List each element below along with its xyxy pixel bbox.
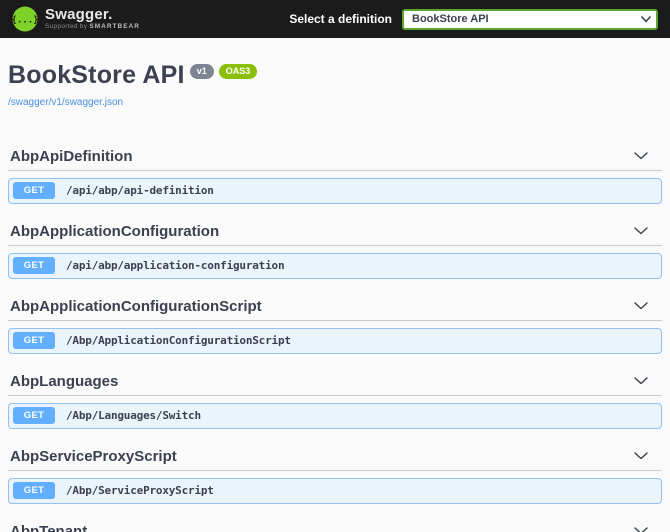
operation-path: /Abp/Languages/Switch — [66, 409, 201, 423]
chevron-down-icon[interactable] — [634, 227, 648, 235]
swagger-ui-main: BookStore API v1 OAS3 /swagger/v1/swagge… — [0, 61, 670, 532]
tag-header[interactable]: AbpLanguages — [8, 373, 662, 396]
operations-list: GET /Abp/Languages/Switch — [8, 402, 662, 429]
tag-name: AbpTenant — [10, 522, 88, 532]
topbar: {...} Swagger. Supported by SMARTBEAR Se… — [0, 0, 670, 38]
logo-title: Swagger. — [45, 6, 113, 24]
swagger-logo-icon: {...} — [12, 6, 38, 32]
method-badge: GET — [13, 257, 55, 275]
title-row: BookStore API v1 OAS3 — [8, 61, 662, 90]
operation-path: /Abp/ApplicationConfigurationScript — [66, 334, 291, 348]
operation-path: /api/abp/api-definition — [66, 184, 214, 198]
logo-subtext-prefix: Supported by — [45, 23, 88, 31]
logo-subtext-brand: SMARTBEAR — [89, 23, 140, 31]
api-tag-section: AbpLanguages GET /Abp/Languages/Switch — [8, 373, 662, 429]
api-tag-section: AbpApplicationConfiguration GET /api/abp… — [8, 223, 662, 279]
chevron-down-icon[interactable] — [634, 452, 648, 460]
operation-row[interactable]: GET /api/abp/application-configuration — [8, 252, 662, 279]
spec-link[interactable]: /swagger/v1/swagger.json — [8, 97, 123, 108]
method-badge: GET — [13, 182, 55, 200]
method-badge: GET — [13, 332, 55, 350]
method-badge: GET — [13, 482, 55, 500]
chevron-down-icon[interactable] — [634, 302, 648, 310]
chevron-down-icon[interactable] — [634, 527, 648, 532]
operation-path: /api/abp/application-configuration — [66, 259, 285, 273]
api-tag-section: AbpTenant GET /api/abp/multi-tenancy/fin… — [8, 523, 662, 532]
swagger-logo[interactable]: {...} Swagger. Supported by SMARTBEAR — [12, 6, 140, 32]
definition-select[interactable]: BookStore API — [402, 8, 658, 30]
definition-select-group: Select a definition BookStore API — [289, 8, 658, 30]
oas3-badge: OAS3 — [218, 64, 258, 79]
api-info: BookStore API v1 OAS3 /swagger/v1/swagge… — [8, 61, 662, 110]
tag-name: AbpLanguages — [10, 372, 119, 390]
tag-name: AbpServiceProxyScript — [10, 447, 177, 465]
version-badge: v1 — [189, 64, 214, 79]
tag-sections: AbpApiDefinition GET /api/abp/api-defini… — [8, 148, 662, 532]
tag-header[interactable]: AbpTenant — [8, 523, 662, 532]
logo-subtext: Supported by SMARTBEAR — [45, 24, 140, 31]
tag-header[interactable]: AbpApplicationConfiguration — [8, 223, 662, 246]
tag-header[interactable]: AbpApiDefinition — [8, 148, 662, 171]
tag-header[interactable]: AbpServiceProxyScript — [8, 448, 662, 471]
definition-select-wrap: BookStore API — [402, 8, 658, 30]
api-tag-section: AbpApiDefinition GET /api/abp/api-defini… — [8, 148, 662, 204]
operation-row[interactable]: GET /Abp/ServiceProxyScript — [8, 477, 662, 504]
tag-header[interactable]: AbpApplicationConfigurationScript — [8, 298, 662, 321]
chevron-down-icon[interactable] — [634, 377, 648, 385]
svg-text:{...}: {...} — [12, 16, 38, 26]
operations-list: GET /api/abp/api-definition — [8, 177, 662, 204]
tag-name: AbpApplicationConfigurationScript — [10, 297, 262, 315]
operation-path: /Abp/ServiceProxyScript — [66, 484, 214, 498]
operation-row[interactable]: GET /Abp/ApplicationConfigurationScript — [8, 327, 662, 354]
operations-list: GET /Abp/ApplicationConfigurationScript — [8, 327, 662, 354]
chevron-down-icon[interactable] — [634, 152, 648, 160]
logo-text-block: Swagger. Supported by SMARTBEAR — [45, 7, 140, 31]
page-title: BookStore API — [8, 61, 185, 89]
operation-row[interactable]: GET /api/abp/api-definition — [8, 177, 662, 204]
operations-list: GET /api/abp/application-configuration — [8, 252, 662, 279]
select-definition-label: Select a definition — [289, 12, 392, 26]
api-tag-section: AbpServiceProxyScript GET /Abp/ServicePr… — [8, 448, 662, 504]
operations-list: GET /Abp/ServiceProxyScript — [8, 477, 662, 504]
tag-name: AbpApplicationConfiguration — [10, 222, 220, 240]
api-tag-section: AbpApplicationConfigurationScript GET /A… — [8, 298, 662, 354]
tag-name: AbpApiDefinition — [10, 147, 133, 165]
operation-row[interactable]: GET /Abp/Languages/Switch — [8, 402, 662, 429]
method-badge: GET — [13, 407, 55, 425]
